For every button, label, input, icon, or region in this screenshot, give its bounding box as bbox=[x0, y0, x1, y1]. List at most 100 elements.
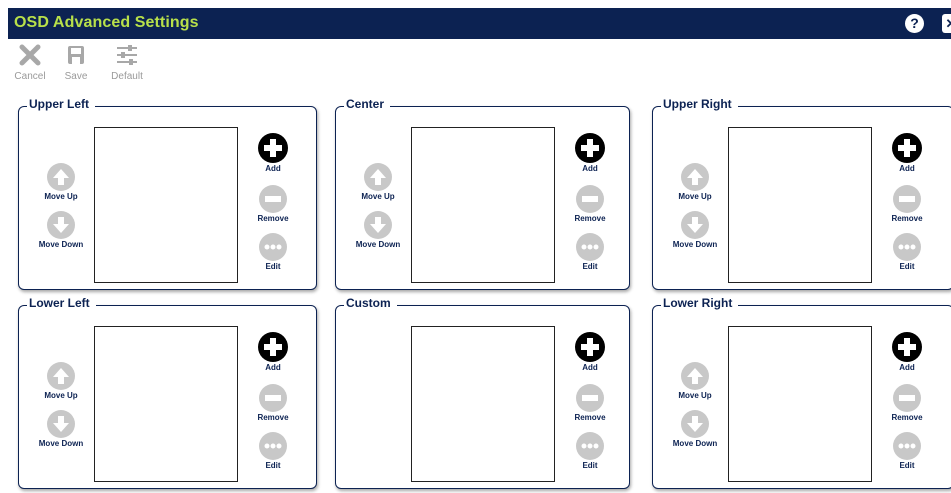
ellipsis-icon bbox=[576, 233, 604, 261]
osd-item-list[interactable] bbox=[94, 127, 238, 283]
minus-icon bbox=[893, 185, 921, 213]
save-button[interactable]: Save bbox=[54, 44, 98, 82]
move-down-label: Move Down bbox=[355, 240, 401, 249]
move-down-label: Move Down bbox=[672, 439, 718, 448]
move-up-label: Move Up bbox=[44, 192, 78, 201]
default-button[interactable]: Default bbox=[105, 44, 149, 82]
osd-item-list[interactable] bbox=[94, 326, 238, 482]
remove-button[interactable]: Remove bbox=[568, 185, 612, 223]
move-up-label: Move Up bbox=[678, 192, 712, 201]
move-down-button[interactable]: Move Down bbox=[670, 410, 720, 448]
panel-lower-left: Lower Left Move Up Move Down Add Remove … bbox=[18, 296, 317, 489]
move-up-button[interactable]: Move Up bbox=[670, 163, 720, 201]
remove-label: Remove bbox=[574, 413, 606, 422]
move-down-button[interactable]: Move Down bbox=[36, 410, 86, 448]
add-button[interactable]: Add bbox=[568, 133, 612, 173]
minus-icon bbox=[576, 384, 604, 412]
panel-title: Custom bbox=[346, 296, 391, 310]
move-down-button[interactable]: Move Down bbox=[36, 211, 86, 249]
add-label: Add bbox=[265, 164, 281, 173]
add-button[interactable]: Add bbox=[251, 133, 295, 173]
remove-label: Remove bbox=[257, 413, 289, 422]
help-icon[interactable]: ? bbox=[905, 14, 924, 33]
osd-item-list[interactable] bbox=[728, 326, 872, 482]
arrow-down-icon bbox=[681, 211, 709, 239]
panel-title: Center bbox=[346, 97, 385, 111]
plus-icon bbox=[575, 133, 605, 163]
edit-label: Edit bbox=[265, 262, 281, 271]
ellipsis-icon bbox=[259, 432, 287, 460]
arrow-down-icon bbox=[47, 211, 75, 239]
remove-label: Remove bbox=[891, 214, 923, 223]
move-up-button[interactable]: Move Up bbox=[36, 163, 86, 201]
move-down-label: Move Down bbox=[672, 240, 718, 249]
add-button[interactable]: Add bbox=[885, 133, 929, 173]
ellipsis-icon bbox=[893, 432, 921, 460]
move-up-button[interactable]: Move Up bbox=[353, 163, 403, 201]
ellipsis-icon bbox=[893, 233, 921, 261]
add-label: Add bbox=[899, 363, 915, 372]
osd-item-list[interactable] bbox=[411, 326, 555, 482]
edit-label: Edit bbox=[899, 461, 915, 470]
plus-icon bbox=[258, 133, 288, 163]
arrow-up-icon bbox=[681, 163, 709, 191]
osd-item-list[interactable] bbox=[411, 127, 555, 283]
panel-custom: Custom Add Remove Edit bbox=[335, 296, 630, 489]
ellipsis-icon bbox=[576, 432, 604, 460]
add-label: Add bbox=[582, 363, 598, 372]
save-label: Save bbox=[64, 71, 88, 82]
cancel-label: Cancel bbox=[14, 71, 46, 82]
remove-button[interactable]: Remove bbox=[885, 384, 929, 422]
panel-upper-right: Upper Right Move Up Move Down Add Remove… bbox=[652, 97, 951, 290]
edit-button[interactable]: Edit bbox=[251, 432, 295, 470]
arrow-down-icon bbox=[47, 410, 75, 438]
panel-title: Lower Left bbox=[29, 296, 90, 310]
minus-icon bbox=[576, 185, 604, 213]
edit-label: Edit bbox=[265, 461, 281, 470]
remove-button[interactable]: Remove bbox=[251, 185, 295, 223]
move-down-button[interactable]: Move Down bbox=[353, 211, 403, 249]
move-down-button[interactable]: Move Down bbox=[670, 211, 720, 249]
remove-label: Remove bbox=[574, 214, 606, 223]
plus-icon bbox=[892, 332, 922, 362]
add-label: Add bbox=[265, 363, 281, 372]
default-label: Default bbox=[111, 71, 143, 82]
close-icon[interactable]: ✕ bbox=[942, 14, 951, 33]
remove-button[interactable]: Remove bbox=[885, 185, 929, 223]
osd-item-list[interactable] bbox=[728, 127, 872, 283]
cancel-icon bbox=[19, 44, 41, 66]
move-up-button[interactable]: Move Up bbox=[670, 362, 720, 400]
add-label: Add bbox=[582, 164, 598, 173]
panel-lower-right: Lower Right Move Up Move Down Add Remove… bbox=[652, 296, 951, 489]
edit-button[interactable]: Edit bbox=[885, 432, 929, 470]
sliders-icon bbox=[117, 45, 137, 65]
remove-label: Remove bbox=[891, 413, 923, 422]
plus-icon bbox=[575, 332, 605, 362]
edit-button[interactable]: Edit bbox=[885, 233, 929, 271]
save-icon bbox=[68, 46, 84, 64]
arrow-up-icon bbox=[47, 163, 75, 191]
move-down-label: Move Down bbox=[38, 439, 84, 448]
minus-icon bbox=[259, 185, 287, 213]
move-up-button[interactable]: Move Up bbox=[36, 362, 86, 400]
edit-button[interactable]: Edit bbox=[568, 432, 612, 470]
arrow-up-icon bbox=[681, 362, 709, 390]
ellipsis-icon bbox=[259, 233, 287, 261]
remove-button[interactable]: Remove bbox=[568, 384, 612, 422]
cancel-button[interactable]: Cancel bbox=[8, 44, 52, 82]
toolbar: Cancel Save Default bbox=[8, 40, 951, 92]
minus-icon bbox=[259, 384, 287, 412]
move-up-label: Move Up bbox=[44, 391, 78, 400]
edit-label: Edit bbox=[582, 262, 598, 271]
edit-button[interactable]: Edit bbox=[251, 233, 295, 271]
arrow-down-icon bbox=[681, 410, 709, 438]
edit-button[interactable]: Edit bbox=[568, 233, 612, 271]
add-button[interactable]: Add bbox=[568, 332, 612, 372]
panel-upper-left: Upper Left Move Up Move Down Add Remove … bbox=[18, 97, 317, 290]
remove-button[interactable]: Remove bbox=[251, 384, 295, 422]
panel-title: Upper Right bbox=[663, 97, 732, 111]
add-button[interactable]: Add bbox=[251, 332, 295, 372]
add-button[interactable]: Add bbox=[885, 332, 929, 372]
move-up-label: Move Up bbox=[678, 391, 712, 400]
edit-label: Edit bbox=[899, 262, 915, 271]
